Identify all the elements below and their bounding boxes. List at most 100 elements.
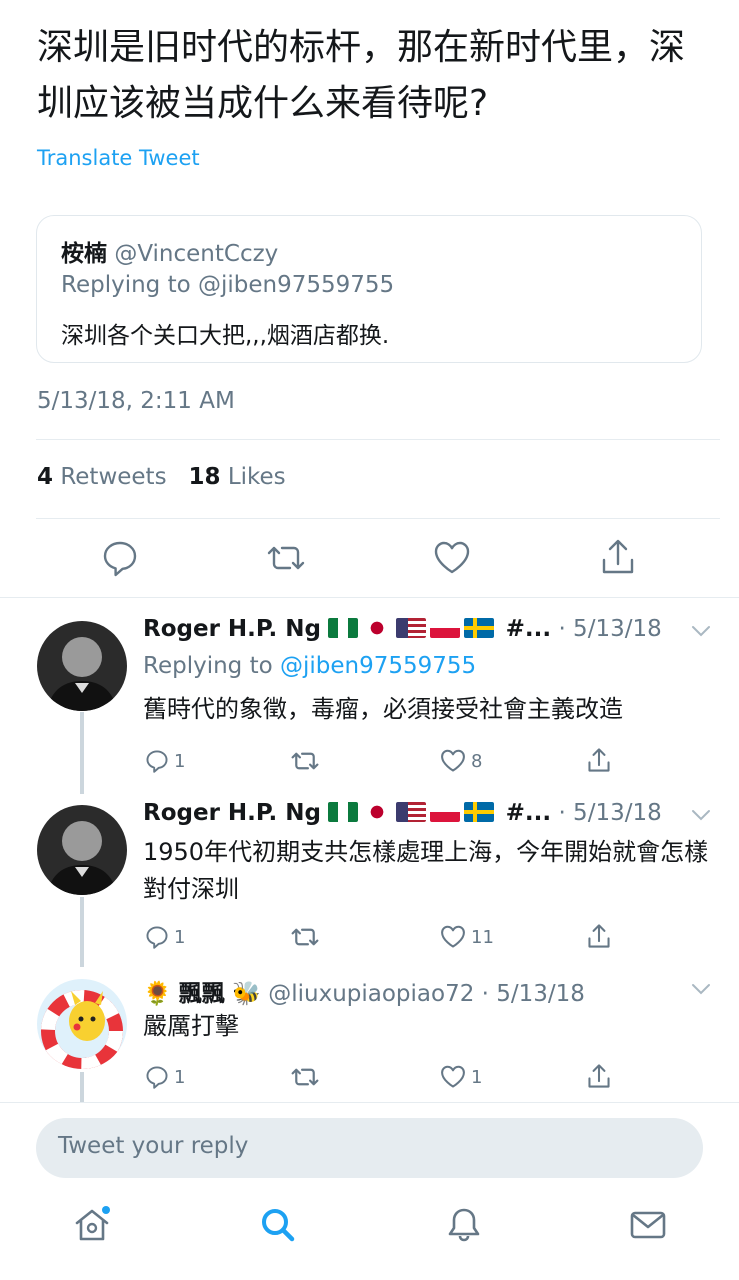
reply-icon [146,926,168,949]
reply-tweet[interactable]: Roger H.P. Ng #... · 5/13/18 Replying to… [0,616,739,796]
likes-count: 18 [188,464,221,490]
reply-like-button[interactable]: 11 [438,922,494,952]
tweet-action-bar [0,536,739,580]
quoted-text: 深圳各个关口大把,,,烟酒店都换. [61,323,390,349]
tweet-reply-input[interactable]: Tweet your reply [36,1118,703,1178]
share-icon [588,1064,610,1088]
reply-like-button[interactable]: 1 [438,1062,482,1092]
reply-tweet[interactable]: Roger H.P. Ng #... · 5/13/18 1950年代初期支共怎… [0,800,739,970]
translate-tweet-link[interactable]: Translate Tweet [37,146,200,170]
reply-author-suffix: #... [505,616,552,642]
chevron-down-icon[interactable] [689,616,713,646]
flag-icons [328,616,505,642]
quoted-author: 桉楠 @VincentCczy [61,234,278,268]
reply-count: 1 [174,750,186,772]
flag-poland-icon [430,802,461,822]
search-icon [262,1209,295,1242]
reply-author-name[interactable]: Roger H.P. Ng [143,616,321,642]
quoted-replying-to: Replying to @jiben97559755 [61,272,394,298]
tweet-timestamp: 5/13/18, 2:11 AM [37,388,235,414]
home-icon [75,1206,110,1241]
tab-search[interactable] [258,1205,298,1245]
tweet-stats: 4 Retweets 18 Likes [37,464,286,490]
likes-stat[interactable]: 18 Likes [189,464,286,490]
share-icon [588,748,610,772]
flag-sweden-icon [464,802,495,822]
bee-icon: 🐝 [232,981,261,1007]
reply-reply-button[interactable]: 1 [143,746,185,776]
reply-icon [103,541,137,577]
reply-header: Roger H.P. Ng #... · 5/13/18 [143,800,713,834]
retweet-icon [291,928,319,946]
like-count: 1 [471,1066,483,1088]
quoted-tweet-card[interactable]: 桉楠 @VincentCczy Replying to @jiben975597… [36,215,702,363]
reply-author-name[interactable]: Roger H.P. Ng [143,800,321,826]
reply-reply-button[interactable]: 1 [143,922,185,952]
share-icon [602,539,634,574]
share-icon [588,924,610,948]
reply-date: · 5/13/18 [558,616,662,642]
reply-share-button[interactable] [584,746,614,776]
quoted-replying-prefix: Replying to [61,272,198,298]
share-button[interactable] [596,536,640,580]
reply-share-button[interactable] [584,922,614,952]
flag-norfolk-icon [328,802,359,822]
bell-icon [448,1208,480,1242]
retweets-stat[interactable]: 4 Retweets [37,464,167,490]
avatar[interactable] [37,979,127,1069]
reply-author-suffix: #... [505,800,552,826]
avatar[interactable] [37,805,127,895]
reply-share-button[interactable] [584,1062,614,1092]
flag-usa-icon [396,802,427,822]
reply-retweet-button[interactable] [289,1062,321,1092]
divider [36,439,720,440]
reply-icon [146,1066,168,1089]
reply-reply-button[interactable]: 1 [143,1062,185,1092]
flag-sweden-icon [464,618,495,638]
reply-header: 🌻 飄飄 🐝 @liuxupiaopiao72 · 5/13/18 [143,974,713,1008]
tab-home[interactable] [72,1205,112,1245]
like-button[interactable] [430,536,474,580]
flag-norfolk-icon [328,618,359,638]
reply-count: 1 [174,1066,186,1088]
reply-text: 舊時代的象徵，毒瘤，必須接受社會主義改造 [143,695,623,723]
reply-tweet[interactable]: 🌻 飄飄 🐝 @liuxupiaopiao72 · 5/13/18 嚴厲打擊 1… [0,974,739,1102]
reply-text: 1950年代初期支共怎樣處理上海，今年開始就會怎樣對付深圳 [143,838,709,903]
divider [36,518,720,519]
divider [0,597,739,598]
reply-retweet-button[interactable] [289,746,321,776]
quoted-name: 桉楠 [61,241,107,267]
likes-label: Likes [227,464,286,490]
retweet-icon [291,752,319,770]
flag-japan-icon [362,618,393,638]
chevron-down-icon[interactable] [689,974,713,1004]
reply-replying-prefix: Replying to [143,653,280,679]
reply-replying-to: Replying to @jiben97559755 [143,653,476,679]
retweet-button[interactable] [264,536,308,580]
reply-placeholder: Tweet your reply [58,1133,249,1159]
reply-header: Roger H.P. Ng #... · 5/13/18 [143,616,713,650]
reply-button[interactable] [98,536,142,580]
reply-retweet-button[interactable] [289,922,321,952]
chevron-down-icon[interactable] [689,800,713,830]
reply-replying-handle[interactable]: @jiben97559755 [280,653,476,679]
flag-usa-icon [396,618,427,638]
flag-japan-icon [362,802,393,822]
mail-icon [630,1211,666,1239]
tab-notifications[interactable] [444,1205,484,1245]
tab-messages[interactable] [628,1205,668,1245]
like-count: 8 [471,750,483,772]
heart-icon [441,1065,465,1088]
retweets-count: 4 [37,464,54,490]
heart-icon [434,541,470,574]
reply-count: 1 [174,926,186,948]
divider [0,1102,739,1103]
reply-author-name[interactable]: 飄飄 [179,981,225,1007]
flag-poland-icon [430,618,461,638]
retweet-icon [267,546,305,570]
quoted-replying-handle: @jiben97559755 [197,272,395,298]
avatar[interactable] [37,621,127,711]
reply-like-button[interactable]: 8 [438,746,482,776]
heart-icon [441,925,465,948]
quoted-handle: @VincentCczy [114,241,279,267]
